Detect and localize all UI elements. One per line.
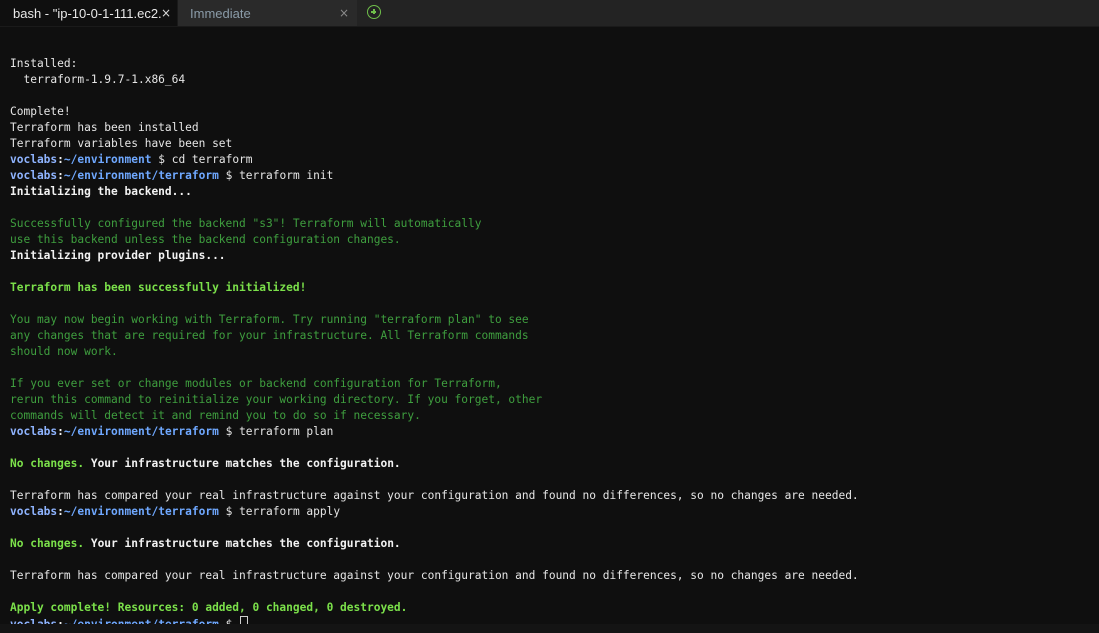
terminal-tab-bar: bash - "ip-10-0-1-111.ec2. × Immediate × [0,0,1099,27]
terminal-line: Initializing the backend... [10,185,192,198]
matches-text: Your infrastructure matches the configur… [84,537,401,550]
terminal-line: should now work. [10,345,118,358]
terminal-line: any changes that are required for your i… [10,329,529,342]
prompt-user: voclabs [10,169,58,182]
close-icon[interactable]: × [161,4,171,22]
bottom-edge [0,624,1099,633]
command-text: cd terraform [164,153,253,166]
terminal-line: Terraform has been successfully initiali… [10,281,307,294]
prompt-line: voclabs:~/environment/terraform $ terraf… [10,169,334,182]
terminal-line: Installed: [10,57,78,70]
command-text: terraform init [232,169,334,182]
terminal-line: No changes. Your infrastructure matches … [10,536,1094,552]
prompt-path: ~/environment/terraform [63,505,219,518]
terminal-line: Terraform has compared your real infrast… [10,489,859,502]
prompt-symbol: $ [158,153,165,166]
prompt-line: voclabs:~/environment/terraform $ terraf… [10,505,341,518]
plus-circle-icon[interactable] [367,5,381,19]
prompt-line: voclabs:~/environment/terraform $ [10,616,1094,624]
command-text: terraform apply [232,505,341,518]
no-changes-label: No changes. [10,457,85,470]
prompt-path: ~/environment/terraform [63,169,219,182]
prompt-user: voclabs [10,505,58,518]
tab-immediate[interactable]: Immediate × [177,0,357,26]
prompt-user: voclabs [10,425,58,438]
terminal-line: Terraform variables have been set [10,137,233,150]
ide-terminal-window: bash - "ip-10-0-1-111.ec2. × Immediate ×… [0,0,1099,633]
prompt-line: voclabs:~/environment $ cd terraform [10,153,253,166]
terminal-line: Complete! [10,105,71,118]
prompt-line: voclabs:~/environment/terraform $ terraf… [10,425,334,438]
terminal-output[interactable]: Installed: terraform-1.9.7-1.x86_64 Comp… [0,27,1094,624]
terminal-line: terraform-1.9.7-1.x86_64 [10,73,186,86]
terminal-line: commands will detect it and remind you t… [10,409,421,422]
terminal-line: Initializing provider plugins... [10,249,226,262]
prompt-path: ~/environment [63,153,152,166]
terminal-line: If you ever set or change modules or bac… [10,377,502,390]
terminal-line: Successfully configured the backend "s3"… [10,217,482,230]
terminal-line: Terraform has been installed [10,121,199,134]
tab-immediate-label: Immediate [190,5,251,21]
terminal-line: use this backend unless the backend conf… [10,233,401,246]
terminal-line: No changes. Your infrastructure matches … [10,456,1094,472]
no-changes-label: No changes. [10,537,85,550]
terminal-line: You may now begin working with Terraform… [10,313,529,326]
terminal-line: rerun this command to reinitialize your … [10,393,543,406]
prompt-user: voclabs [10,153,58,166]
tab-bash-label: bash - "ip-10-0-1-111.ec2. [13,5,162,21]
prompt-path: ~/environment/terraform [63,425,219,438]
terminal-scrollbar[interactable] [1094,27,1099,624]
matches-text: Your infrastructure matches the configur… [84,457,401,470]
close-icon[interactable]: × [339,4,349,22]
tab-bash[interactable]: bash - "ip-10-0-1-111.ec2. × [0,0,177,26]
command-text: terraform plan [232,425,334,438]
terminal-line: Terraform has compared your real infrast… [10,569,859,582]
terminal-cursor[interactable] [240,616,249,624]
terminal-line: Apply complete! Resources: 0 added, 0 ch… [10,601,408,614]
